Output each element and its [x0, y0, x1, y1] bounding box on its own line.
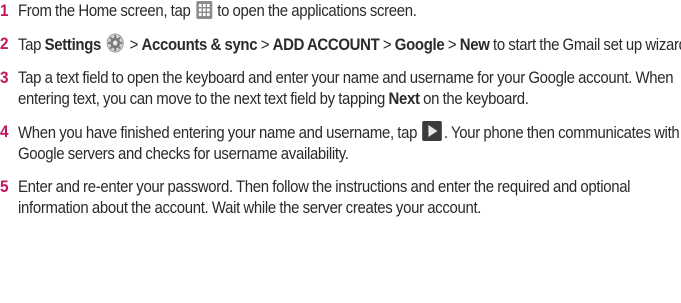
next-label: Next [388, 89, 420, 108]
step-number: 4 [0, 122, 9, 141]
step-1: 1 From the Home screen, tap to open the … [0, 0, 681, 21]
step-number: 3 [0, 68, 9, 87]
instruction-list: 1 From the Home screen, tap to open the … [0, 0, 681, 217]
step-3: 3 Tap a text field to open the keyboard … [0, 67, 681, 109]
step-text: Tap a text field to open the keyboard an… [18, 68, 674, 108]
next-arrow-icon [422, 121, 443, 141]
accounts-sync-label: Accounts & sync [141, 35, 258, 54]
step-number: 2 [0, 34, 9, 53]
google-label: Google [394, 35, 445, 54]
step-text: on the keyboard. [423, 89, 529, 108]
step-number: 5 [0, 177, 9, 196]
step-text: Enter and re-enter your password. Then f… [18, 177, 631, 217]
step-2: 2 Tap Settings > Accounts & sync > ADD A… [0, 33, 681, 55]
step-text: to open the applications screen. [217, 1, 417, 20]
new-label: New [459, 35, 490, 54]
step-text: From the Home screen, tap [18, 1, 191, 20]
separator: > [447, 35, 457, 54]
apps-grid-icon [195, 1, 212, 19]
add-account-label: ADD ACCOUNT [272, 35, 380, 54]
step-text: to start the Gmail set up wizard. [493, 35, 681, 54]
settings-label: Settings [44, 35, 102, 54]
step-number: 1 [0, 1, 9, 20]
separator: > [382, 35, 392, 54]
step-text: When you have finished entering your nam… [18, 123, 418, 142]
separator: > [129, 35, 139, 54]
separator: > [260, 35, 270, 54]
step-text: Tap [18, 35, 42, 54]
settings-gear-icon [106, 33, 124, 53]
step-5: 5 Enter and re-enter your password. Then… [0, 176, 681, 218]
step-4: 4 When you have finished entering your n… [0, 121, 681, 164]
